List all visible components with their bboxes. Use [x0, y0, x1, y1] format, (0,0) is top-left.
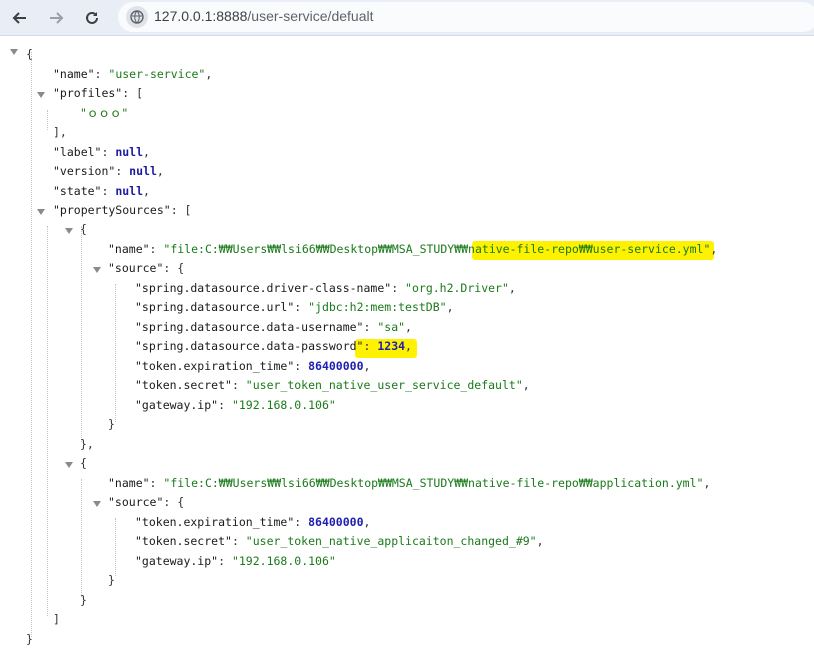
- collapse-toggle-profiles[interactable]: [36, 90, 46, 100]
- json-row-version: "version": null,: [53, 164, 164, 178]
- ps1-close: },: [80, 437, 94, 451]
- json-row-profiles-close: ],: [53, 125, 67, 139]
- ps1-prop-row: "token.expiration_time": 86400000,: [135, 359, 371, 373]
- json-row-label: "label": null,: [53, 145, 150, 159]
- forward-arrow-icon: [50, 12, 64, 24]
- collapse-toggle-root[interactable]: [9, 47, 19, 57]
- url-path: /user-service/defualt: [247, 8, 374, 24]
- ps2-prop-row: "token.secret": "user_token_native_appli…: [135, 534, 544, 548]
- ps2-prop-row: "token.expiration_time": 86400000,: [135, 515, 371, 529]
- json-row-profiles-item: "ｏｏｏ": [80, 106, 129, 120]
- json-row-state: "state": null,: [53, 184, 150, 198]
- ps2-close: }: [80, 593, 87, 607]
- root-open: {: [26, 47, 33, 61]
- json-row-property-sources: "propertySources": [: [53, 203, 192, 217]
- url-host: 127.0.0.1:8888: [154, 8, 248, 24]
- site-info-icon[interactable]: [126, 6, 148, 28]
- ps1-prop-row: "gateway.ip": "192.168.0.106": [135, 398, 336, 412]
- ps2-name-row: "name": "file:C:₩₩Users₩₩lsi66₩₩Desktop₩…: [108, 476, 711, 490]
- ps2-source-row: "source": {: [108, 495, 185, 509]
- ps1-source-close: }: [108, 417, 115, 431]
- collapse-toggle-ps2-source[interactable]: [92, 499, 102, 509]
- collapse-toggle-ps1[interactable]: [64, 226, 74, 236]
- back-arrow-icon: [12, 12, 26, 24]
- ps1-prop-row: "spring.datasource.data-password": 1234,: [135, 339, 412, 353]
- ps2-source-close: }: [108, 573, 115, 587]
- reload-button[interactable]: [78, 4, 106, 32]
- ps2-open: {: [80, 456, 87, 470]
- ps2-prop-row: "gateway.ip": "192.168.0.106": [135, 554, 336, 568]
- json-row-name: "name": "user-service",: [53, 67, 213, 81]
- ps1-prop-row: "token.secret": "user_token_native_user_…: [135, 378, 530, 392]
- address-bar[interactable]: 127.0.0.1:8888/user-service/defualt: [118, 2, 814, 32]
- json-viewer: { "name": "user-service", "profiles": [ …: [0, 38, 814, 667]
- browser-toolbar: 127.0.0.1:8888/user-service/defualt: [0, 0, 814, 36]
- root-close: }: [26, 632, 33, 646]
- ps1-prop-row: "spring.datasource.driver-class-name": "…: [135, 281, 516, 295]
- url-text[interactable]: 127.0.0.1:8888/user-service/defualt: [154, 8, 373, 24]
- ps1-open: {: [80, 222, 87, 236]
- ps1-name-row: "name": "file:C:₩₩Users₩₩lsi66₩₩Desktop₩…: [108, 242, 718, 256]
- ps1-prop-row: "spring.datasource.url": "jdbc:h2:mem:te…: [135, 300, 454, 314]
- property-sources-close: ]: [53, 612, 60, 626]
- forward-button[interactable]: [42, 4, 70, 32]
- back-button[interactable]: [6, 4, 34, 32]
- collapse-toggle-ps1-source[interactable]: [92, 265, 102, 275]
- reload-icon: [86, 11, 98, 24]
- collapse-toggle-ps2[interactable]: [64, 460, 74, 470]
- ps1-prop-row: "spring.datasource.data-username": "sa",: [135, 320, 412, 334]
- collapse-toggle-property-sources[interactable]: [36, 207, 46, 217]
- json-row-profiles: "profiles": [: [53, 86, 144, 100]
- ps1-source-row: "source": {: [108, 261, 185, 275]
